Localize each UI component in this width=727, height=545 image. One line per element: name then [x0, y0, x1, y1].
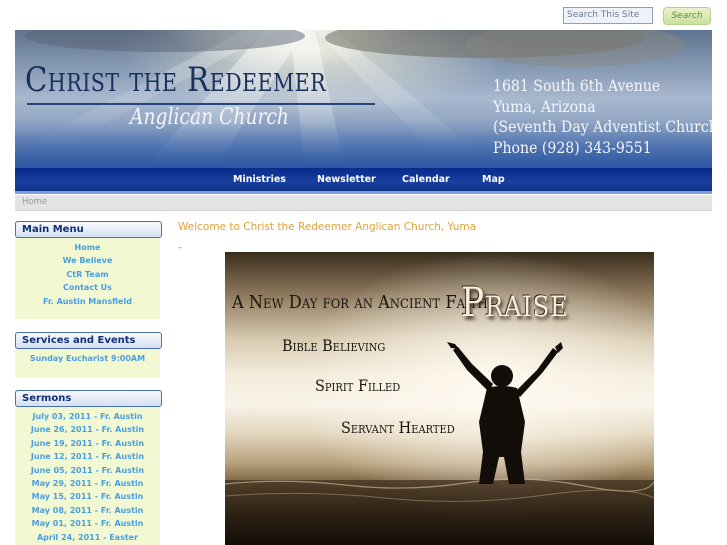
services-list: Sunday Eucharist 9:00AM [15, 349, 160, 365]
menu-item-contact-us[interactable]: Contact Us [15, 281, 160, 294]
search-input[interactable]: Search This Site [563, 7, 653, 24]
address-block: 1681 South 6th Avenue Yuma, Arizona (Sev… [493, 76, 712, 158]
sermons-title: Sermons [15, 390, 162, 407]
sermons-box: Sermons July 03, 2011 - Fr. Austin June … [15, 390, 162, 545]
menu-item-home[interactable]: Home [15, 241, 160, 254]
address-line: 1681 South 6th Avenue [493, 76, 661, 95]
praise-poster: A New Day for an Ancient Faith Praise Bi… [225, 252, 654, 545]
services-title: Services and Events [15, 332, 162, 349]
sermon-item[interactable]: June 19, 2011 - Fr. Austin [15, 437, 160, 450]
service-item[interactable]: Sunday Eucharist 9:00AM [15, 352, 160, 365]
church-subtitle: Anglican Church [130, 105, 289, 130]
address-line: (Seventh Day Adventist Church) [493, 117, 712, 136]
sermon-item[interactable]: May 29, 2011 - Fr. Austin [15, 477, 160, 490]
poster-line-servant: Servant Hearted [341, 418, 455, 437]
sermon-item[interactable]: June 12, 2011 - Fr. Austin [15, 450, 160, 463]
sermon-item[interactable]: May 15, 2011 - Fr. Austin [15, 490, 160, 503]
poster-line-spirit: Spirit Filled [315, 376, 401, 395]
sermon-item[interactable]: June 05, 2011 - Fr. Austin [15, 464, 160, 477]
main-menu-list: Home We Believe CtR Team Contact Us Fr. … [15, 238, 160, 308]
sermon-item[interactable]: July 03, 2011 - Fr. Austin [15, 410, 160, 423]
main-nav: Ministries Newsletter Calendar Map [15, 168, 712, 194]
breadcrumb: Home [15, 195, 712, 211]
sermon-item[interactable]: April 24, 2011 - Easter [15, 531, 160, 544]
sermons-list: July 03, 2011 - Fr. Austin June 26, 2011… [15, 407, 160, 544]
welcome-heading: Welcome to Christ the Redeemer Anglican … [178, 221, 477, 233]
sermon-item[interactable]: June 26, 2011 - Fr. Austin [15, 423, 160, 436]
nav-item-map[interactable]: Map [482, 174, 505, 185]
search-button[interactable]: Search [663, 7, 711, 25]
breadcrumb-home[interactable]: Home [22, 197, 47, 207]
poster-tagline: A New Day for an Ancient Faith [232, 292, 488, 313]
nav-item-newsletter[interactable]: Newsletter [317, 174, 376, 185]
nav-item-ministries[interactable]: Ministries [233, 174, 286, 185]
nav-stripe [15, 191, 712, 194]
main-menu-box: Main Menu Home We Believe CtR Team Conta… [15, 221, 162, 319]
phone-line: Phone (928) 343-9551 [493, 137, 652, 157]
menu-item-ctr-team[interactable]: CtR Team [15, 268, 160, 281]
church-title: Christ the Redeemer [25, 60, 327, 100]
sermon-item[interactable]: May 01, 2011 - Fr. Austin [15, 517, 160, 530]
services-box: Services and Events Sunday Eucharist 9:0… [15, 332, 162, 378]
separator-dash: - [178, 243, 182, 253]
poster-praise: Praise [461, 280, 569, 326]
nav-item-calendar[interactable]: Calendar [402, 174, 450, 185]
address-line: Yuma, Arizona [493, 96, 596, 116]
main-menu-title: Main Menu [15, 221, 162, 238]
poster-line-bible: Bible Believing [282, 336, 386, 355]
header-banner: Christ the Redeemer Anglican Church 1681… [15, 30, 712, 168]
menu-item-fr-austin[interactable]: Fr. Austin Mansfield [15, 295, 160, 308]
sermon-item[interactable]: May 08, 2011 - Fr. Austin [15, 504, 160, 517]
menu-item-we-believe[interactable]: We Believe [15, 254, 160, 267]
